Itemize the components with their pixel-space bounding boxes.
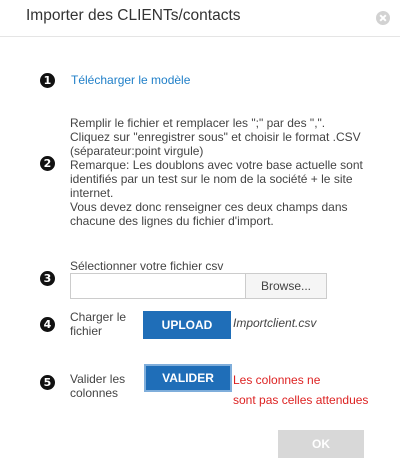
import-dialog: Importer des CLIENTs/contacts 1 Téléchar…	[0, 0, 400, 469]
instruction-line: internet.	[70, 186, 114, 200]
validate-label: Valider les colonnes	[70, 372, 125, 400]
instruction-line: chacune des lignes du fichier d'import.	[70, 214, 274, 228]
step-2-number: 2	[40, 156, 55, 171]
step-4-number: 4	[40, 317, 55, 332]
instructions-text: Remplir le fichier et remplacer les ";" …	[70, 116, 370, 228]
upload-label: Charger le fichier	[70, 310, 126, 338]
instruction-line: Remarque: Les doublons avec votre base a…	[70, 158, 363, 172]
instruction-line: (séparateur:point virgule)	[70, 144, 204, 158]
instruction-line: Remplir le fichier et remplacer les ";" …	[70, 116, 326, 130]
close-icon[interactable]	[376, 11, 390, 25]
upload-label-line2: fichier	[70, 324, 103, 338]
instruction-line: identifiés par un test sur le nom de la …	[70, 172, 353, 186]
step-1-number: 1	[40, 73, 55, 88]
validation-error-line1: Les colonnes ne	[233, 373, 321, 387]
validation-error: Les colonnes ne sont pas celles attendue…	[233, 370, 368, 410]
file-path-input[interactable]	[70, 273, 246, 299]
validate-label-line1: Valider les	[70, 372, 126, 386]
uploaded-filename: Importclient.csv	[233, 316, 317, 330]
step-3-number: 3	[40, 271, 55, 286]
validation-error-line2: sont pas celles attendues	[233, 393, 369, 407]
ok-button[interactable]: OK	[278, 430, 364, 458]
dialog-header: Importer des CLIENTs/contacts	[0, 0, 400, 37]
browse-button[interactable]: Browse...	[245, 273, 327, 299]
upload-label-line1: Charger le	[70, 310, 127, 324]
instruction-line: Vous devez donc renseigner ces deux cham…	[70, 200, 348, 214]
validate-button[interactable]: VALIDER	[144, 364, 232, 392]
download-template-link[interactable]: Télécharger le modèle	[71, 73, 190, 87]
validate-label-line2: colonnes	[70, 386, 119, 400]
instruction-line: Cliquez sur "enregistrer sous" et choisi…	[70, 130, 361, 144]
dialog-title: Importer des CLIENTs/contacts	[26, 7, 241, 24]
step-5-number: 5	[40, 375, 55, 390]
upload-button[interactable]: UPLOAD	[143, 311, 231, 339]
file-select-label: Sélectionner votre fichier csv	[70, 259, 224, 273]
